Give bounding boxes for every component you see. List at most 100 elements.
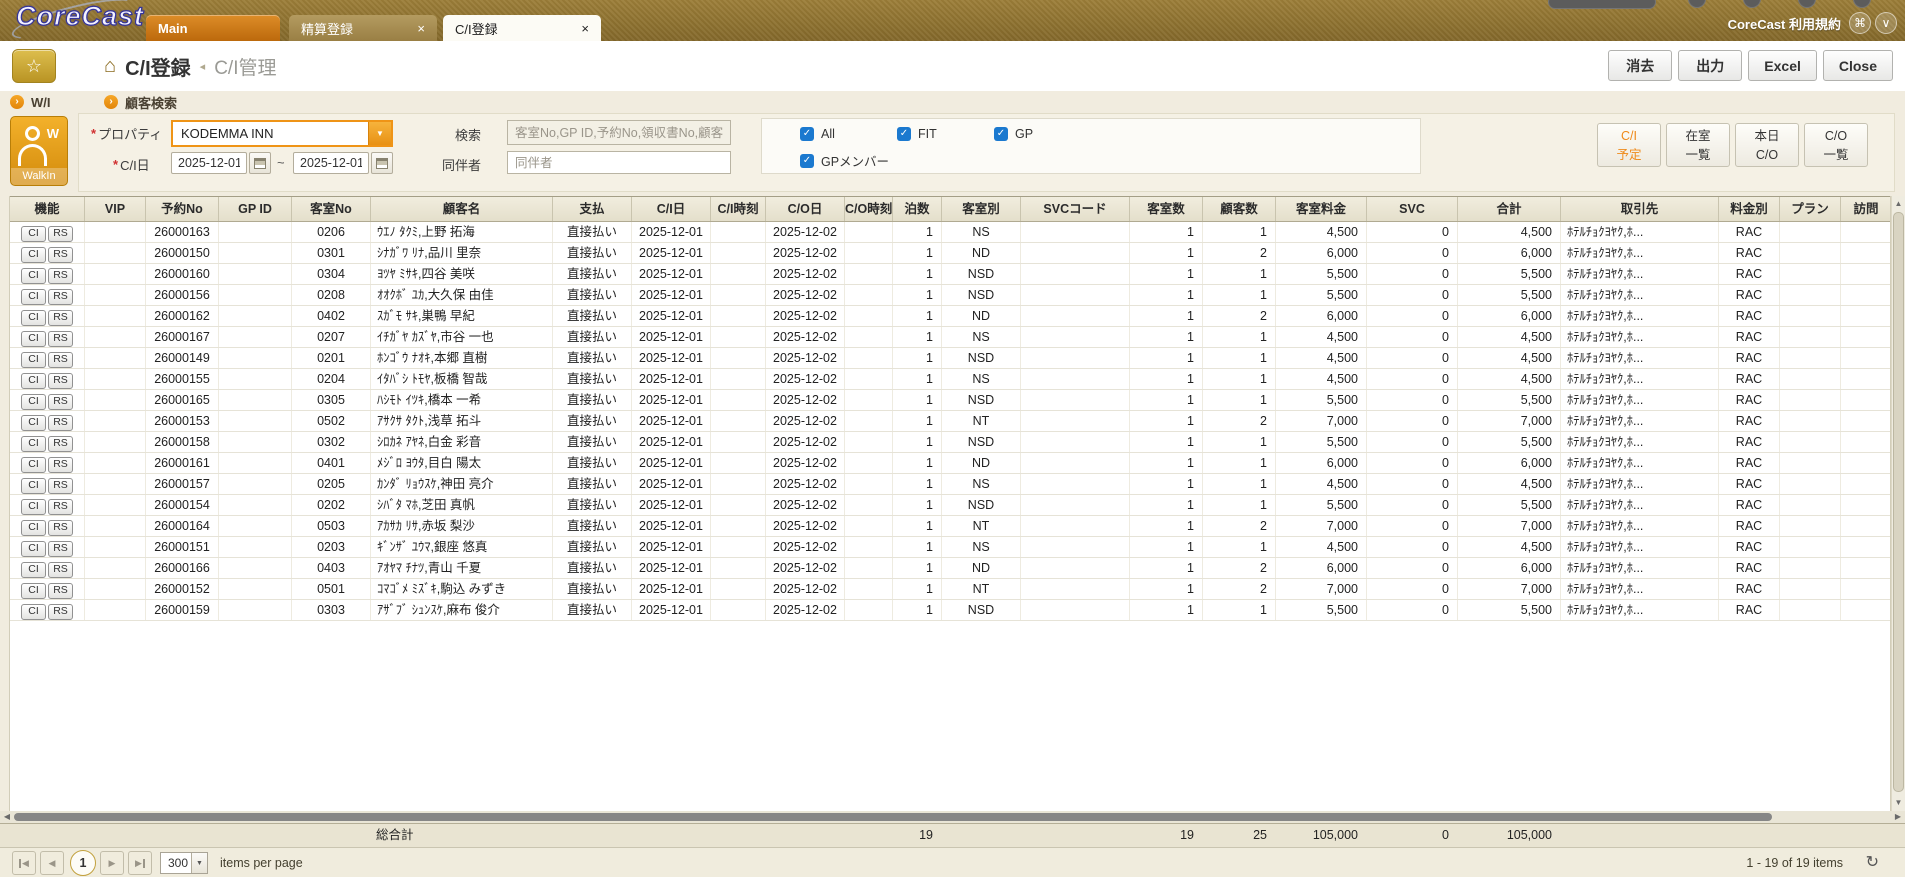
rs-button[interactable]: RS (48, 352, 73, 368)
rs-button[interactable]: RS (48, 226, 73, 242)
terms-of-use-link[interactable]: CoreCast 利用規約 (1728, 14, 1841, 33)
walkin-button[interactable]: W WalkIn (10, 116, 68, 186)
window-control-icon[interactable] (1853, 0, 1871, 8)
rs-button[interactable]: RS (48, 310, 73, 326)
command-icon[interactable]: ⌘ (1849, 12, 1871, 34)
column-header-gp_id[interactable]: GP ID (219, 197, 292, 221)
column-header-nights[interactable]: 泊数 (893, 197, 942, 221)
rs-button[interactable]: RS (48, 541, 73, 557)
companion-input[interactable] (507, 151, 731, 174)
checkbox-all[interactable]: ✓ All (800, 127, 835, 141)
refresh-icon[interactable]: ↻ (1866, 852, 1879, 872)
next-page-button[interactable]: ▶ (100, 851, 124, 875)
column-header-co_time[interactable]: C/O時刻 (845, 197, 893, 221)
dropdown-arrow-icon[interactable]: ▼ (368, 122, 391, 145)
page-number-button[interactable]: 1 (70, 850, 96, 876)
tab-ci-registration[interactable]: C/I登録 × (443, 15, 601, 41)
ci-button[interactable]: CI (21, 268, 46, 284)
close-icon[interactable]: × (571, 22, 589, 35)
rs-button[interactable]: RS (48, 604, 73, 620)
column-header-guests[interactable]: 顧客数 (1203, 197, 1276, 221)
table-row[interactable]: CIRS260001520501ｺﾏｺﾞﾒ ﾐｽﾞｷ,駒込 みずき直接払い202… (10, 579, 1890, 600)
parent-page-link[interactable]: C/I管理 (214, 53, 276, 80)
checkbox-gp-member[interactable]: ✓ GPメンバー (800, 151, 889, 170)
today-co-view-button[interactable]: 本日C/O (1735, 123, 1799, 167)
column-header-payment[interactable]: 支払 (553, 197, 632, 221)
column-header-rooms[interactable]: 客室数 (1130, 197, 1203, 221)
ci-button[interactable]: CI (21, 289, 46, 305)
ci-button[interactable]: CI (21, 541, 46, 557)
section-walkin-toggle[interactable]: › W/I (10, 91, 51, 113)
ci-date-from-input[interactable] (171, 152, 247, 174)
rs-button[interactable]: RS (48, 373, 73, 389)
window-control-icon[interactable] (1798, 0, 1816, 8)
rs-button[interactable]: RS (48, 583, 73, 599)
column-header-visit[interactable]: 訪問 (1841, 197, 1892, 221)
last-page-button[interactable]: ▶ (128, 851, 152, 875)
section-guest-search-toggle[interactable]: › 顧客検索 (104, 91, 177, 113)
rs-button[interactable]: RS (48, 457, 73, 473)
ci-button[interactable]: CI (21, 562, 46, 578)
table-row[interactable]: CIRS260001600304ﾖﾂﾔ ﾐｻｷ,四谷 美咲直接払い2025-12… (10, 264, 1890, 285)
calendar-button[interactable] (249, 152, 271, 174)
window-control-icon[interactable] (1743, 0, 1761, 8)
ci-button[interactable]: CI (21, 520, 46, 536)
table-row[interactable]: CIRS260001590303ｱｻﾞﾌﾞ ｼｭﾝｽｹ,麻布 俊介直接払い202… (10, 600, 1890, 621)
horizontal-scrollbar[interactable]: ◀ ▶ (0, 811, 1905, 823)
in-room-list-view-button[interactable]: 在室一覧 (1666, 123, 1730, 167)
tab-main[interactable]: Main (146, 15, 280, 41)
table-row[interactable]: CIRS260001500301ｼﾅｶﾞﾜ ﾘﾅ,品川 里奈直接払い2025-1… (10, 243, 1890, 264)
scroll-right-icon[interactable]: ▶ (1892, 811, 1904, 823)
column-header-func[interactable]: 機能 (10, 197, 85, 221)
rs-button[interactable]: RS (48, 436, 73, 452)
table-row[interactable]: CIRS260001670207ｲﾁｶﾞﾔ ｶｽﾞﾔ,市谷 一也直接払い2025… (10, 327, 1890, 348)
home-icon[interactable]: ⌂ (104, 55, 116, 78)
column-header-svc[interactable]: SVC (1367, 197, 1458, 221)
ci-button[interactable]: CI (21, 478, 46, 494)
table-row[interactable]: CIRS260001580302ｼﾛｶﾈ ｱﾔﾈ,白金 彩音直接払い2025-1… (10, 432, 1890, 453)
ci-button[interactable]: CI (21, 394, 46, 410)
column-header-plan[interactable]: プラン (1780, 197, 1841, 221)
scroll-up-icon[interactable]: ▲ (1892, 197, 1905, 211)
ci-button[interactable]: CI (21, 331, 46, 347)
checkbox-checked-icon[interactable]: ✓ (800, 127, 814, 141)
ci-button[interactable]: CI (21, 457, 46, 473)
ci-button[interactable]: CI (21, 226, 46, 242)
column-header-co_date[interactable]: C/O日 (766, 197, 845, 221)
page-size-select[interactable]: 300 ▼ (160, 852, 208, 874)
table-row[interactable]: CIRS260001540202ｼﾊﾞﾀ ﾏﾎ,芝田 真帆直接払い2025-12… (10, 495, 1890, 516)
rs-button[interactable]: RS (48, 415, 73, 431)
window-control-pill[interactable] (1548, 0, 1656, 9)
column-header-vip[interactable]: VIP (85, 197, 146, 221)
column-header-guest_name[interactable]: 顧客名 (371, 197, 553, 221)
close-button[interactable]: Close (1823, 50, 1893, 81)
search-input[interactable] (507, 120, 731, 145)
column-header-svc_code[interactable]: SVCコード (1021, 197, 1130, 221)
property-input[interactable] (173, 122, 368, 145)
vertical-scroll-thumb[interactable] (1893, 212, 1904, 792)
favorite-button[interactable]: ☆ (12, 49, 56, 83)
property-combobox[interactable]: ▼ (171, 120, 393, 147)
chevron-down-icon[interactable]: ∨ (1875, 12, 1897, 34)
calendar-button[interactable] (371, 152, 393, 174)
table-row[interactable]: CIRS260001650305ﾊｼﾓﾄ ｲﾂｷ,橋本 一希直接払い2025-1… (10, 390, 1890, 411)
ci-schedule-view-button[interactable]: C/I予定 (1597, 123, 1661, 167)
column-header-rate_type[interactable]: 料金別 (1719, 197, 1780, 221)
first-page-button[interactable]: ◀ (12, 851, 36, 875)
previous-page-button[interactable]: ◀ (40, 851, 64, 875)
scroll-down-icon[interactable]: ▼ (1892, 796, 1905, 810)
ci-button[interactable]: CI (21, 310, 46, 326)
table-row[interactable]: CIRS260001530502ｱｻｸｻ ﾀｸﾄ,浅草 拓斗直接払い2025-1… (10, 411, 1890, 432)
column-header-room_charge[interactable]: 客室料金 (1276, 197, 1367, 221)
column-header-room_type[interactable]: 客室別 (942, 197, 1021, 221)
tab-settlement[interactable]: 精算登録 × (289, 15, 437, 41)
close-icon[interactable]: × (407, 22, 425, 35)
table-row[interactable]: CIRS260001630206ｳｴﾉ ﾀｸﾐ,上野 拓海直接払い2025-12… (10, 222, 1890, 243)
rs-button[interactable]: RS (48, 478, 73, 494)
co-list-view-button[interactable]: C/O一覧 (1804, 123, 1868, 167)
column-header-total[interactable]: 合計 (1458, 197, 1561, 221)
rs-button[interactable]: RS (48, 331, 73, 347)
vertical-scrollbar[interactable]: ▲ ▼ (1891, 196, 1905, 811)
rs-button[interactable]: RS (48, 394, 73, 410)
window-control-icon[interactable] (1688, 0, 1706, 8)
